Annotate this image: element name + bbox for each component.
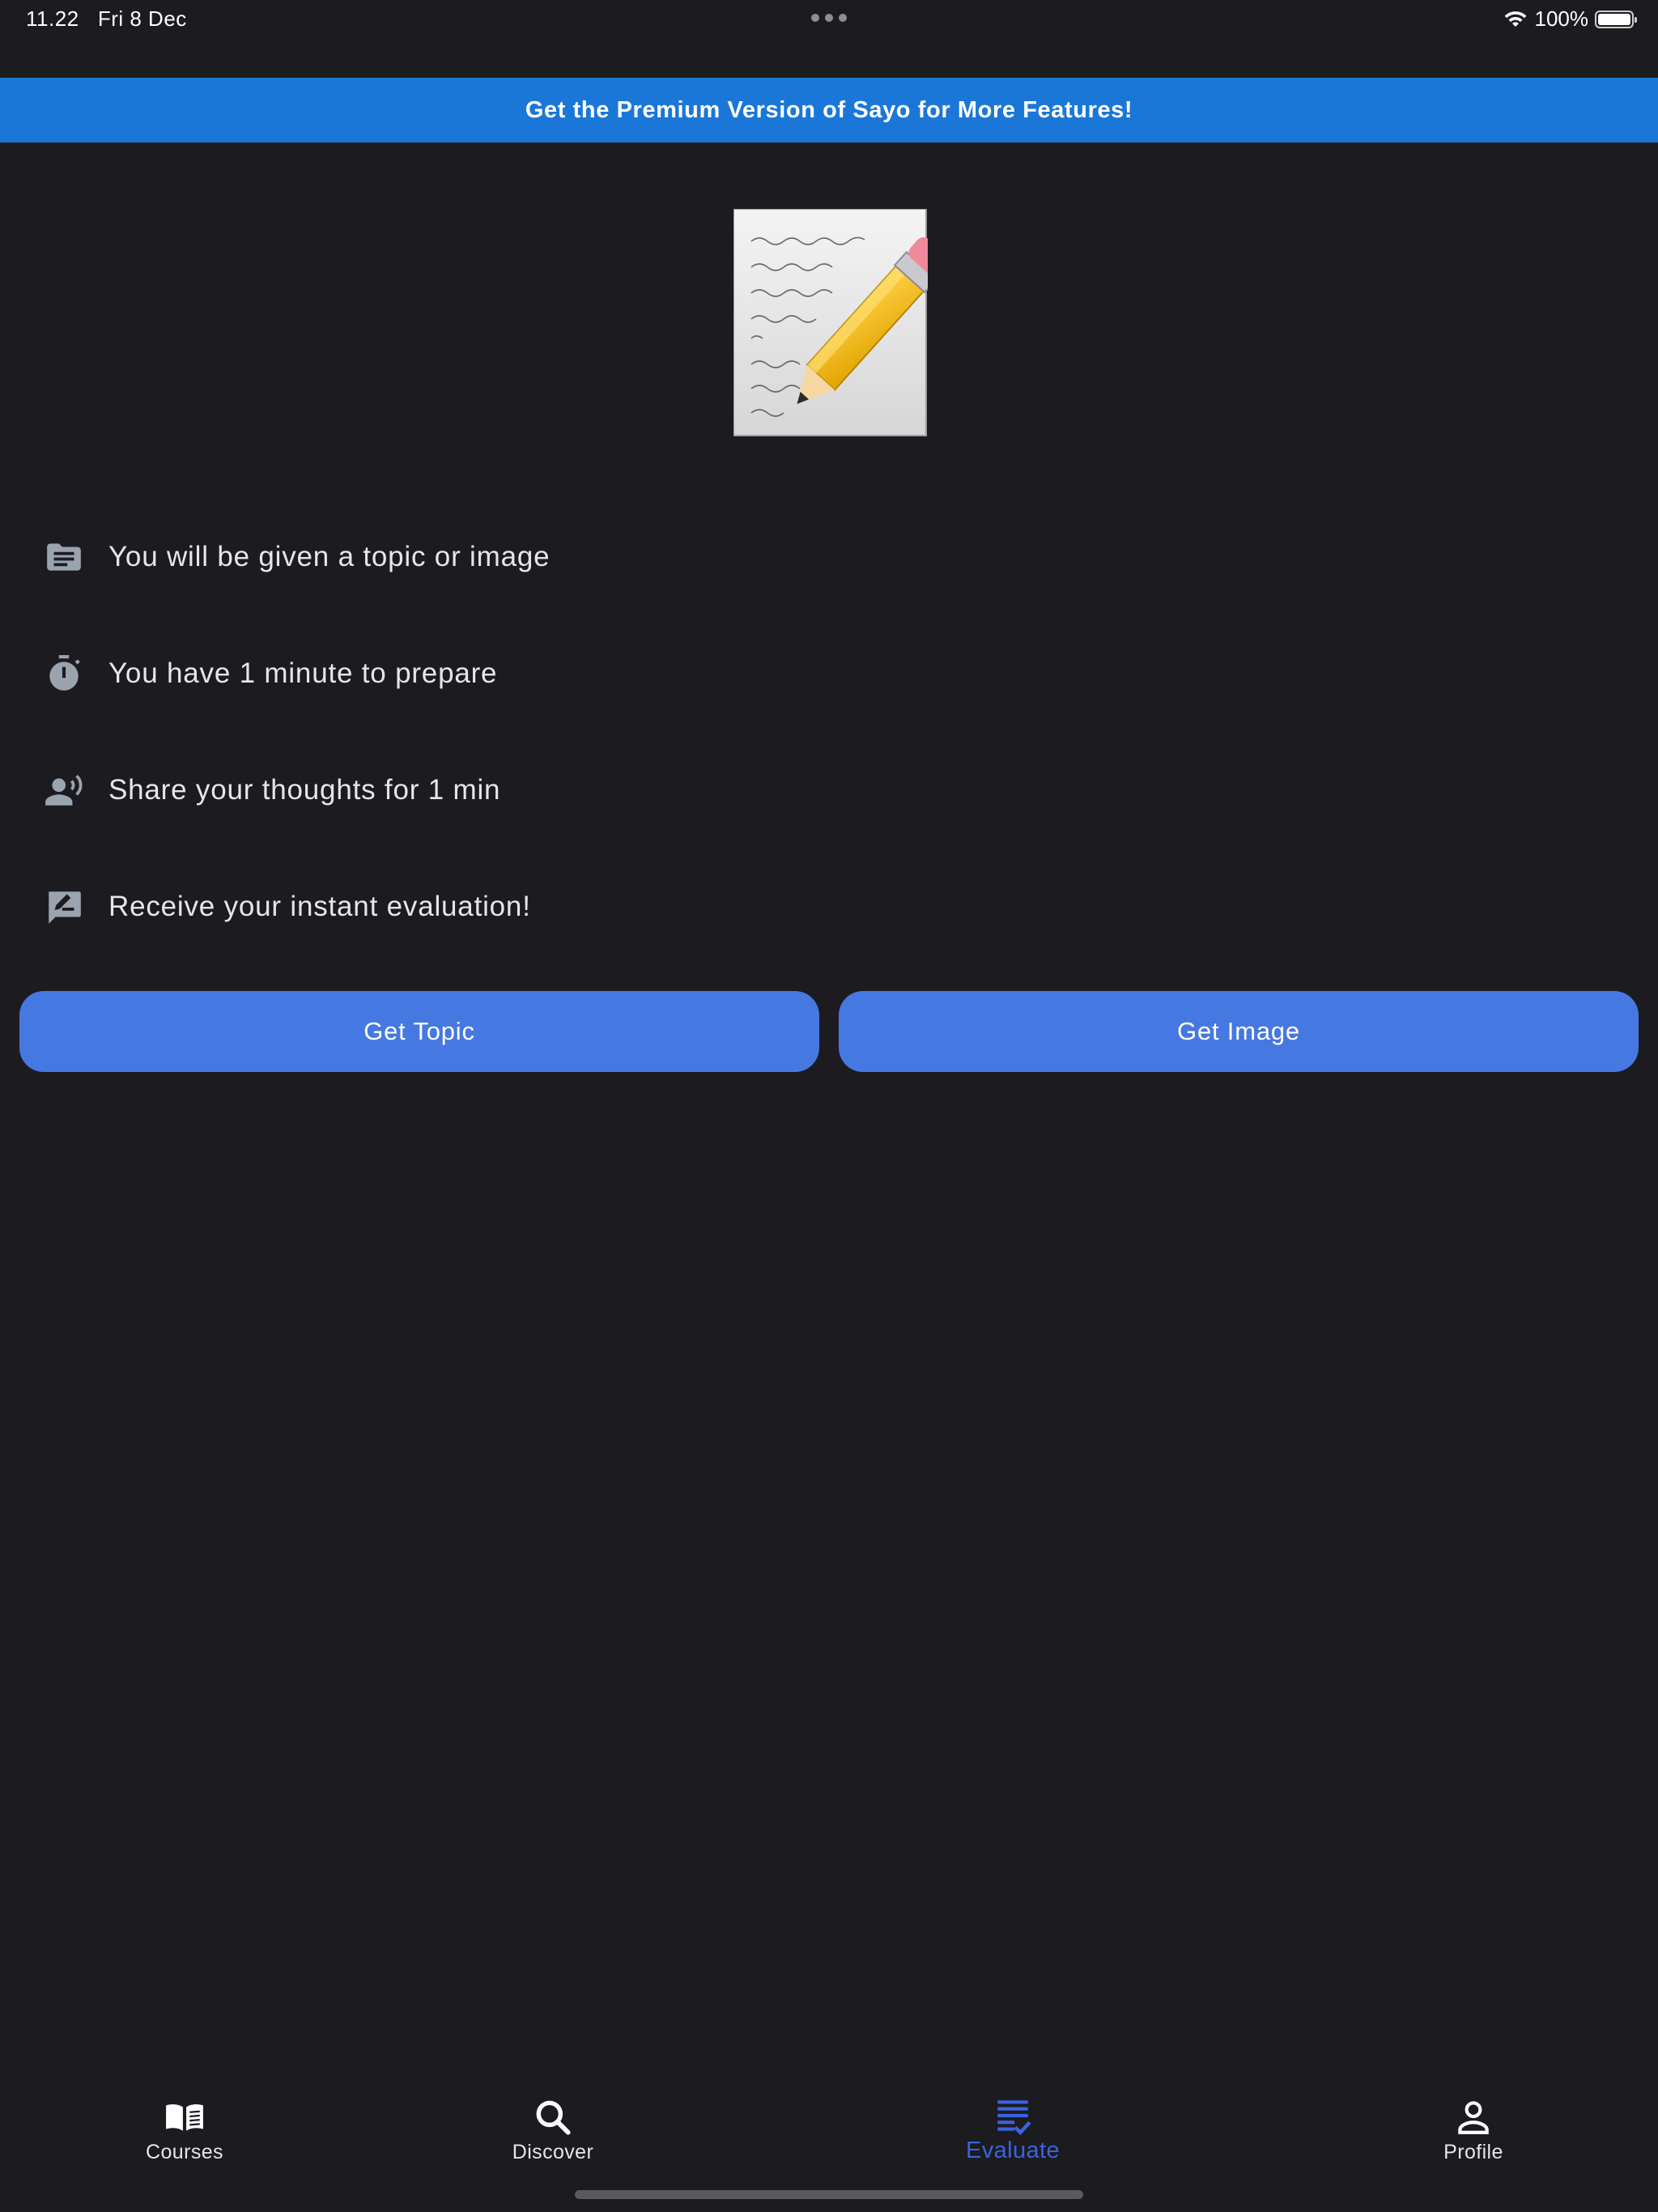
step-prepare: You have 1 minute to prepare: [44, 649, 497, 698]
tab-label: Courses: [146, 2141, 223, 2163]
tab-label: Evaluate: [965, 2138, 1061, 2163]
speaking-person-icon: [45, 774, 83, 806]
tab-label: Profile: [1443, 2141, 1503, 2163]
stopwatch-icon: [49, 655, 80, 691]
status-time: 11.22 Fri 8 Dec: [26, 6, 187, 32]
step-topic: You will be given a topic or image: [44, 533, 550, 581]
step-label: You will be given a topic or image: [108, 541, 551, 572]
step-share: Share your thoughts for 1 min: [44, 766, 500, 815]
home-indicator[interactable]: [575, 2190, 1083, 2199]
checklist-icon: [997, 2100, 1031, 2136]
status-indicators: 100%: [1503, 6, 1637, 32]
step-label: Share your thoughts for 1 min: [108, 774, 501, 806]
battery-icon: [1595, 10, 1637, 28]
get-image-button[interactable]: Get Image: [839, 991, 1639, 1072]
evaluate-screen: 11.22 Fri 8 Dec 100% Get the Premium Ver…: [0, 0, 1658, 2212]
status-clock: 11.22: [26, 6, 79, 31]
rate-review-icon: [49, 891, 81, 924]
tab-label: Discover: [512, 2141, 594, 2163]
tab-courses[interactable]: Courses: [87, 2097, 282, 2170]
status-bar: 11.22 Fri 8 Dec 100%: [0, 0, 1658, 39]
step-evaluation: Receive your instant evaluation!: [44, 883, 531, 931]
tab-discover[interactable]: Discover: [456, 2097, 650, 2170]
step-label: Receive your instant evaluation!: [108, 891, 531, 922]
tab-profile[interactable]: Profile: [1376, 2097, 1571, 2170]
status-date: Fri 8 Dec: [97, 6, 187, 31]
wifi-icon: [1504, 11, 1526, 27]
battery-percentage: 100%: [1534, 6, 1589, 31]
bottom-tab-bar: Courses Discover Evaluate Profile: [0, 2089, 1658, 2178]
topic-document-icon: [47, 543, 81, 571]
premium-banner[interactable]: Get the Premium Version of Sayo for More…: [0, 78, 1658, 143]
search-icon: [536, 2100, 571, 2135]
tab-evaluate[interactable]: Evaluate: [916, 2097, 1110, 2170]
multitasking-dots-icon[interactable]: [811, 14, 847, 23]
open-book-icon: [166, 2104, 203, 2131]
memo-with-pencil-icon: [733, 209, 928, 436]
step-label: You have 1 minute to prepare: [108, 657, 498, 689]
get-topic-button[interactable]: Get Topic: [19, 991, 819, 1072]
person-icon: [1458, 2101, 1489, 2134]
